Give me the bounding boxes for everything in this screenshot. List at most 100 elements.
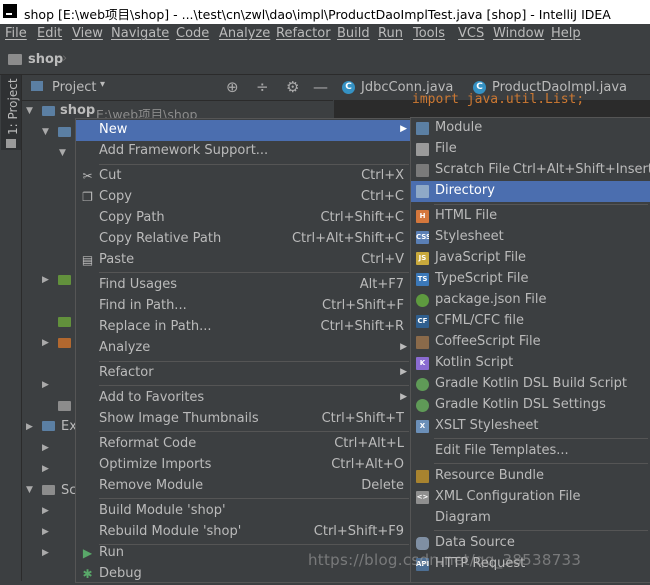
submenu-item-gradle-kotlin-settings[interactable]: Gradle Kotlin DSL Settings [411,395,650,416]
submenu-arrow-icon: ▶ [400,392,407,402]
menu-item-label: Build Module 'shop' [99,503,226,518]
expand-arrow-icon[interactable]: ▼ [42,127,49,137]
menu-window[interactable]: Window [493,26,544,41]
project-view-label[interactable]: Project [52,80,96,95]
collapse-arrow-icon[interactable]: ▶ [42,275,49,285]
menu-tools[interactable]: Tools [413,26,445,41]
new-submenu: Module File Scratch File Ctrl+Alt+Shift+… [410,117,650,583]
menu-item-remove-module[interactable]: Remove Module Delete [76,476,412,497]
expand-arrow-icon[interactable]: ▼ [26,485,33,495]
directory-icon [416,185,429,198]
submenu-item-javascript-file[interactable]: JS JavaScript File [411,248,650,269]
breadcrumb-shop[interactable]: shop [28,52,63,67]
project-tool-tab[interactable]: 1: Project [1,75,21,150]
menu-item-copy[interactable]: ❐ Copy Ctrl+C [76,187,412,208]
menu-item-add-to-favorites[interactable]: Add to Favorites ▶ [76,388,412,409]
menu-item-add-framework-support[interactable]: Add Framework Support... [76,141,412,162]
menu-item-label: Stylesheet [435,229,504,244]
collapse-arrow-icon[interactable]: ▶ [42,443,49,453]
collapse-arrow-icon[interactable]: ▶ [42,527,49,537]
project-tool-tab-label: 1: Project [6,78,20,135]
collapse-arrow-icon[interactable]: ▶ [42,506,49,516]
submenu-item-directory[interactable]: Directory [411,181,650,202]
menu-code[interactable]: Code [176,26,209,41]
gear-icon[interactable]: ⚙ [286,78,299,96]
menu-item-refactor[interactable]: Refactor ▶ [76,363,412,384]
menu-item-analyze[interactable]: Analyze ▶ [76,338,412,359]
navigation-bar: shop › [0,47,650,75]
module-icon [416,122,429,135]
chevron-down-icon[interactable]: ▾ [100,79,105,90]
menu-item-find-usages[interactable]: Find Usages Alt+F7 [76,275,412,296]
menu-item-build-module[interactable]: Build Module 'shop' [76,501,412,522]
menu-help[interactable]: Help [551,26,581,41]
submenu-item-module[interactable]: Module [411,118,650,139]
submenu-item-edit-file-templates[interactable]: Edit File Templates... [411,441,650,462]
copy-icon: ❐ [82,190,93,204]
submenu-item-cfml-file[interactable]: CF CFML/CFC file [411,311,650,332]
menu-item-copy-path[interactable]: Copy Path Ctrl+Shift+C [76,208,412,229]
collapse-arrow-icon[interactable]: ▶ [26,422,33,432]
submenu-item-scratch-file[interactable]: Scratch File Ctrl+Alt+Shift+Insert [411,160,650,181]
menu-item-label: package.json File [435,292,547,307]
menu-edit[interactable]: Edit [37,26,62,41]
menu-separator [434,204,648,205]
expand-arrow-icon[interactable]: ▼ [59,148,66,158]
menu-item-label: Copy Path [99,210,165,225]
minimize-icon[interactable]: — [313,78,328,96]
submenu-item-html-file[interactable]: H HTML File [411,206,650,227]
menu-item-paste[interactable]: ▤ Paste Ctrl+V [76,250,412,271]
menu-item-rebuild-module[interactable]: Rebuild Module 'shop' Ctrl+Shift+F9 [76,522,412,543]
collapse-all-icon[interactable]: ÷ [256,78,269,96]
submenu-item-xslt-stylesheet[interactable]: X XSLT Stylesheet [411,416,650,437]
menu-item-label: Run [99,545,124,560]
menu-item-label: Rebuild Module 'shop' [99,524,242,539]
submenu-item-coffeescript-file[interactable]: CoffeeScript File [411,332,650,353]
menu-run[interactable]: Run [378,26,403,41]
submenu-item-stylesheet[interactable]: CSS Stylesheet [411,227,650,248]
menu-item-shortcut: Ctrl+Alt+O [331,457,404,472]
menu-item-shortcut: Alt+F7 [359,277,404,292]
menu-analyze[interactable]: Analyze [219,26,270,41]
submenu-item-xml-configuration-file[interactable]: <> XML Configuration File [411,487,650,508]
menu-item-label: Find Usages [99,277,178,292]
paste-icon: ▤ [81,253,94,267]
submenu-item-kotlin-script[interactable]: K Kotlin Script [411,353,650,374]
menu-separator [99,498,409,499]
menu-item-label: Show Image Thumbnails [99,411,259,426]
expand-arrow-icon[interactable]: ▼ [26,106,33,116]
submenu-item-file[interactable]: File [411,139,650,160]
menu-item-copy-relative-path[interactable]: Copy Relative Path Ctrl+Alt+Shift+C [76,229,412,250]
submenu-item-package-json[interactable]: package.json File [411,290,650,311]
menu-refactor[interactable]: Refactor [276,26,331,41]
submenu-item-gradle-kotlin-build-script[interactable]: Gradle Kotlin DSL Build Script [411,374,650,395]
menu-item-new[interactable]: New ▶ [76,120,412,141]
window-title-bar: shop [E:\web项目\shop] - ...\test\cn\zwl\d… [0,0,650,24]
run-icon: ▶ [82,546,93,560]
menu-build[interactable]: Build [337,26,370,41]
menu-file[interactable]: File [5,26,27,41]
locate-icon[interactable]: ⊕ [226,78,239,96]
menu-item-find-in-path[interactable]: Find in Path... Ctrl+Shift+F [76,296,412,317]
menu-item-reformat-code[interactable]: Reformat Code Ctrl+Alt+L [76,434,412,455]
menu-item-optimize-imports[interactable]: Optimize Imports Ctrl+Alt+O [76,455,412,476]
menu-item-label: Add Framework Support... [99,143,269,158]
menu-navigate[interactable]: Navigate [111,26,169,41]
submenu-item-resource-bundle[interactable]: Resource Bundle [411,466,650,487]
menu-vcs[interactable]: VCS [458,26,484,41]
menu-separator [99,164,409,165]
collapse-arrow-icon[interactable]: ▶ [42,380,49,390]
menu-view[interactable]: View [72,26,103,41]
collapse-arrow-icon[interactable]: ▶ [42,338,49,348]
submenu-item-typescript-file[interactable]: TS TypeScript File [411,269,650,290]
html-file-icon: H [416,210,429,223]
menu-item-cut[interactable]: ✂ Cut Ctrl+X [76,166,412,187]
collapse-arrow-icon[interactable]: ▶ [42,464,49,474]
collapse-arrow-icon[interactable]: ▶ [42,548,49,558]
code-line: import java.util.List; [412,92,585,107]
menu-item-label: Replace in Path... [99,319,212,334]
submenu-item-diagram[interactable]: Diagram [411,508,650,529]
menu-item-show-image-thumbnails[interactable]: Show Image Thumbnails Ctrl+Shift+T [76,409,412,430]
menu-item-replace-in-path[interactable]: Replace in Path... Ctrl+Shift+R [76,317,412,338]
database-icon [416,537,429,550]
